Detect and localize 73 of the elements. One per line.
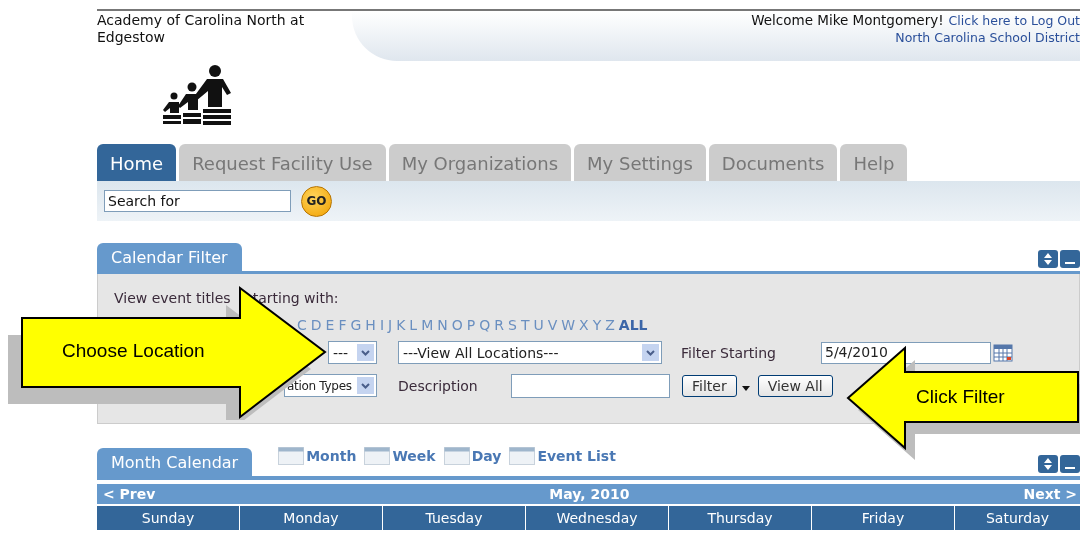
letter-link[interactable]: X	[579, 317, 589, 333]
letter-link[interactable]: R	[494, 317, 504, 333]
prompt-text: tarting with:	[252, 290, 339, 308]
letter-link[interactable]: L	[409, 317, 418, 333]
description-field[interactable]	[511, 373, 670, 398]
letter-link[interactable]: S	[508, 317, 517, 333]
letter-link[interactable]: Q	[479, 317, 491, 333]
go-button[interactable]: GO	[301, 185, 332, 217]
next-link[interactable]: Next >	[1023, 486, 1077, 502]
day-header: Sunday	[97, 506, 239, 530]
letter-link[interactable]: V	[547, 317, 558, 333]
day-header: Tuesday	[383, 506, 525, 530]
day-header: Monday	[240, 506, 382, 530]
letter-link[interactable]: O	[451, 317, 463, 333]
letter-link[interactable]: Y	[592, 317, 602, 333]
letter-link[interactable]: K	[396, 317, 406, 333]
letter-link[interactable]: ALL	[618, 317, 648, 333]
nav-tab[interactable]: Home	[97, 144, 177, 181]
organization-select[interactable]: ---	[328, 341, 377, 364]
view-link[interactable]: Day	[471, 448, 502, 464]
chevron-down-icon[interactable]	[357, 377, 374, 394]
letter-link[interactable]: M	[421, 317, 434, 333]
logout-link[interactable]: Click here to Log Out	[948, 12, 1080, 29]
view-link[interactable]: Week	[392, 448, 436, 464]
caret-icon[interactable]	[741, 386, 750, 391]
letter-link[interactable]: U	[533, 317, 544, 333]
view-link[interactable]: Month	[306, 448, 357, 464]
letter-link[interactable]: D	[310, 317, 322, 333]
school-name: Academy of Carolina North at Edgestow	[97, 11, 306, 47]
day-header: Thursday	[669, 506, 811, 530]
day-header: Saturday	[955, 506, 1080, 530]
callout-text: Click Filter	[916, 386, 1005, 408]
welcome-text: Welcome Mike Montgomery!	[751, 12, 944, 29]
calendar-icon[interactable]	[993, 343, 1013, 362]
letter-link[interactable]: T	[520, 317, 530, 333]
letter-link[interactable]: C	[297, 317, 307, 333]
nav-tab[interactable]: Request Facility Use	[179, 144, 386, 181]
prev-link[interactable]: < Prev	[103, 486, 156, 502]
nav-tab[interactable]: Documents	[708, 144, 838, 181]
filter-button[interactable]: Filter	[682, 374, 737, 397]
letter-link[interactable]: F	[338, 317, 347, 333]
district-name: North Carolina School District	[895, 29, 1080, 46]
letter-link[interactable]: E	[325, 317, 335, 333]
nav-tab[interactable]: My Settings	[574, 144, 706, 181]
letter-link[interactable]: W	[561, 317, 576, 333]
letter-link[interactable]: G	[350, 317, 362, 333]
type-select[interactable]: ation Types	[284, 374, 377, 397]
location-select[interactable]: ---View All Locations---	[398, 341, 662, 364]
search-field[interactable]: Search for	[104, 190, 291, 212]
chevron-down-icon[interactable]	[642, 344, 659, 361]
view-link[interactable]: Event List	[537, 448, 616, 464]
month-title: May, 2010	[549, 486, 630, 502]
description-label: Description	[398, 377, 479, 394]
expand-icon[interactable]	[1038, 250, 1058, 268]
view-all-button[interactable]: View All	[757, 374, 833, 397]
date-field[interactable]: 5/4/2010	[821, 341, 991, 364]
minimize-icon[interactable]	[1060, 455, 1080, 473]
letter-link[interactable]: Z	[605, 317, 615, 333]
day-header: Friday	[812, 506, 954, 530]
letter-link[interactable]: N	[437, 317, 448, 333]
chevron-down-icon[interactable]	[357, 344, 374, 361]
letter-link[interactable]: P	[466, 317, 476, 333]
letter-link[interactable]: J	[388, 317, 393, 333]
day-header: Wednesday	[526, 506, 668, 530]
callout-text: Choose Location	[62, 340, 205, 362]
letter-link[interactable]: H	[365, 317, 376, 333]
nav-tab[interactable]: My Organizations	[388, 144, 572, 181]
prompt-text: View event titles	[114, 290, 231, 308]
expand-icon[interactable]	[1038, 455, 1058, 473]
minimize-icon[interactable]	[1060, 250, 1080, 268]
nav-tab[interactable]: Help	[840, 144, 908, 181]
letter-link[interactable]: I	[379, 317, 384, 333]
filter-starting-label: Filter Starting	[681, 344, 777, 361]
